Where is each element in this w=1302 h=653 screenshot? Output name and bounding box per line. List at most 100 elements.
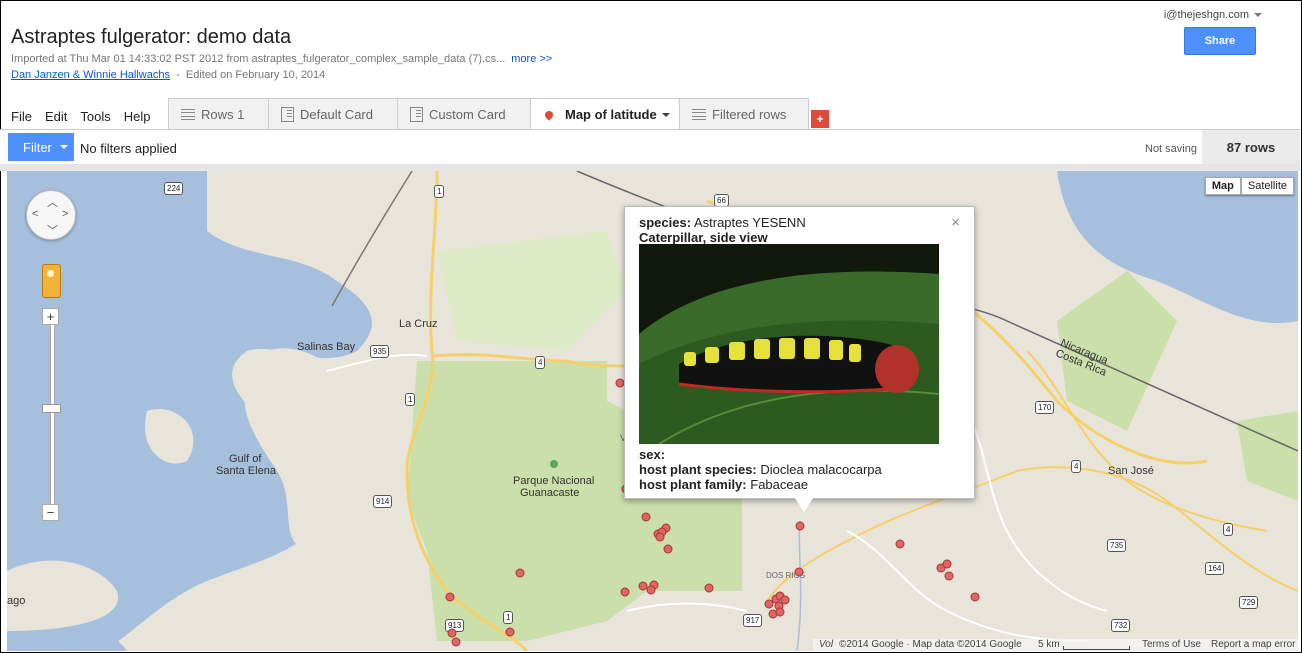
chevron-right-icon[interactable]: > xyxy=(62,208,68,220)
host-family-label: host plant family: xyxy=(639,477,747,492)
tab-label: Default Card xyxy=(300,107,373,122)
data-marker xyxy=(795,521,805,531)
data-marker xyxy=(775,607,785,617)
photo-caption: Caterpillar, side view xyxy=(639,230,768,245)
menu-help[interactable]: Help xyxy=(124,109,151,124)
data-marker xyxy=(451,637,461,647)
filter-status: No filters applied xyxy=(80,141,177,156)
data-marker xyxy=(704,583,714,593)
chevron-down-icon xyxy=(1254,13,1262,18)
data-marker xyxy=(447,628,457,638)
data-marker xyxy=(944,571,954,581)
more-link[interactable]: more >> xyxy=(511,53,552,65)
sex-label: sex: xyxy=(639,447,666,462)
data-marker xyxy=(615,378,625,388)
saving-status: Not saving xyxy=(1145,143,1197,155)
chevron-left-icon[interactable]: < xyxy=(32,208,38,220)
caterpillar-photo xyxy=(639,244,939,444)
data-marker xyxy=(794,567,804,577)
tab-label: Custom Card xyxy=(429,107,506,122)
zoom-slider-track[interactable] xyxy=(50,321,55,513)
map-type-satellite-button[interactable]: Satellite xyxy=(1240,177,1294,195)
scale-label: 5 km xyxy=(1038,639,1060,650)
data-marker xyxy=(970,592,980,602)
map-view[interactable]: Salinas Bay La Cruz Gulf of Santa Elena … xyxy=(7,171,1298,651)
tab-label: Map of latitude xyxy=(565,107,657,122)
row-count: 87 rows xyxy=(1202,130,1300,164)
add-tab-button[interactable]: + xyxy=(811,110,829,128)
user-email: i@thejeshgn.com xyxy=(1163,9,1249,21)
vol-label: Vol xyxy=(819,639,834,650)
share-button[interactable]: Share xyxy=(1184,27,1256,55)
zoom-slider-handle[interactable] xyxy=(42,404,61,413)
scale-bar xyxy=(1063,646,1130,650)
data-marker xyxy=(942,559,952,569)
filter-label: Filter xyxy=(23,139,52,155)
chevron-down-icon xyxy=(59,145,68,149)
host-family-line: host plant family: Fabaceae xyxy=(639,477,808,492)
filter-bar: Filter No filters applied Not saving 87 … xyxy=(0,130,1300,165)
menu-file[interactable]: File xyxy=(11,109,32,124)
data-marker xyxy=(638,581,648,591)
import-text: Imported at Thu Mar 01 14:33:02 PST 2012… xyxy=(11,53,506,65)
terms-link[interactable]: Terms of Use xyxy=(1142,639,1201,650)
tab-default-card[interactable]: Default Card xyxy=(268,98,398,130)
separator xyxy=(0,164,1300,171)
menu-tools[interactable]: Tools xyxy=(80,109,110,124)
tab-custom-card[interactable]: Custom Card xyxy=(397,98,531,130)
tab-rows-1[interactable]: Rows 1 xyxy=(168,98,269,130)
chevron-down-icon[interactable] xyxy=(661,112,670,117)
chevron-up-icon[interactable]: ︿ xyxy=(47,194,58,210)
species-line: species: Astraptes YESENN xyxy=(639,215,806,230)
data-marker xyxy=(895,539,905,549)
data-marker xyxy=(505,627,515,637)
tab-map-of-latitude[interactable]: Map of latitude xyxy=(530,98,680,130)
authors-line: Dan Janzen & Winnie Hallwachs - Edited o… xyxy=(11,69,326,81)
sex-line: sex: xyxy=(639,447,665,462)
map-type-map-button[interactable]: Map xyxy=(1204,177,1241,195)
data-marker xyxy=(445,592,455,602)
tab-label: Rows 1 xyxy=(201,107,245,122)
rows-icon xyxy=(692,109,706,120)
tab-filtered-rows[interactable]: Filtered rows xyxy=(679,98,809,130)
data-marker xyxy=(764,599,774,609)
tab-label: Filtered rows xyxy=(712,107,787,122)
map-copyright: ©2014 Google · Map data ©2014 Google xyxy=(839,639,1022,650)
map-type-control: Map Satellite xyxy=(1204,177,1294,195)
authors-link[interactable]: Dan Janzen & Winnie Hallwachs xyxy=(11,69,170,81)
edited-text: Edited on February 10, 2014 xyxy=(185,69,326,81)
menu-edit[interactable]: Edit xyxy=(45,109,67,124)
data-marker xyxy=(641,512,651,522)
data-marker xyxy=(655,532,665,542)
caterpillar-image xyxy=(639,244,939,444)
map-pin-icon xyxy=(543,108,555,121)
data-marker xyxy=(620,587,630,597)
data-marker xyxy=(515,568,525,578)
card-icon xyxy=(410,107,423,122)
close-icon[interactable]: × xyxy=(951,214,960,231)
data-marker xyxy=(646,585,656,595)
card-icon xyxy=(281,107,294,122)
street-view-pegman-icon[interactable] xyxy=(42,264,61,298)
host-species-value: Dioclea malacocarpa xyxy=(760,462,882,477)
species-value: Astraptes YESENN xyxy=(693,215,806,230)
zoom-out-button[interactable]: − xyxy=(42,504,59,521)
page-title: Astraptes fulgerator: demo data xyxy=(11,26,292,48)
host-family-value: Fabaceae xyxy=(750,477,809,492)
chevron-down-icon[interactable]: ﹀ xyxy=(47,222,58,238)
data-marker xyxy=(780,595,790,605)
pan-control[interactable]: ︿ ﹀ < > xyxy=(26,190,76,240)
species-label: species: xyxy=(639,215,692,230)
zoom-in-button[interactable]: + xyxy=(42,308,59,325)
rows-icon xyxy=(181,109,195,120)
filter-button[interactable]: Filter xyxy=(8,133,74,161)
import-info: Imported at Thu Mar 01 14:33:02 PST 2012… xyxy=(11,53,552,65)
host-species-label: host plant species: xyxy=(639,462,757,477)
report-map-error-link[interactable]: Report a map error xyxy=(1211,639,1295,650)
info-window: × species: Astraptes YESENN Caterpillar,… xyxy=(624,206,975,512)
host-species-line: host plant species: Dioclea malacocarpa xyxy=(639,462,882,477)
map-footer: Vol ©2014 Google · Map data ©2014 Google… xyxy=(813,639,1298,651)
menu-bar: File Edit Tools Help xyxy=(11,109,150,124)
user-account-menu[interactable]: i@thejeshgn.com xyxy=(1164,9,1262,21)
data-marker xyxy=(663,544,673,554)
